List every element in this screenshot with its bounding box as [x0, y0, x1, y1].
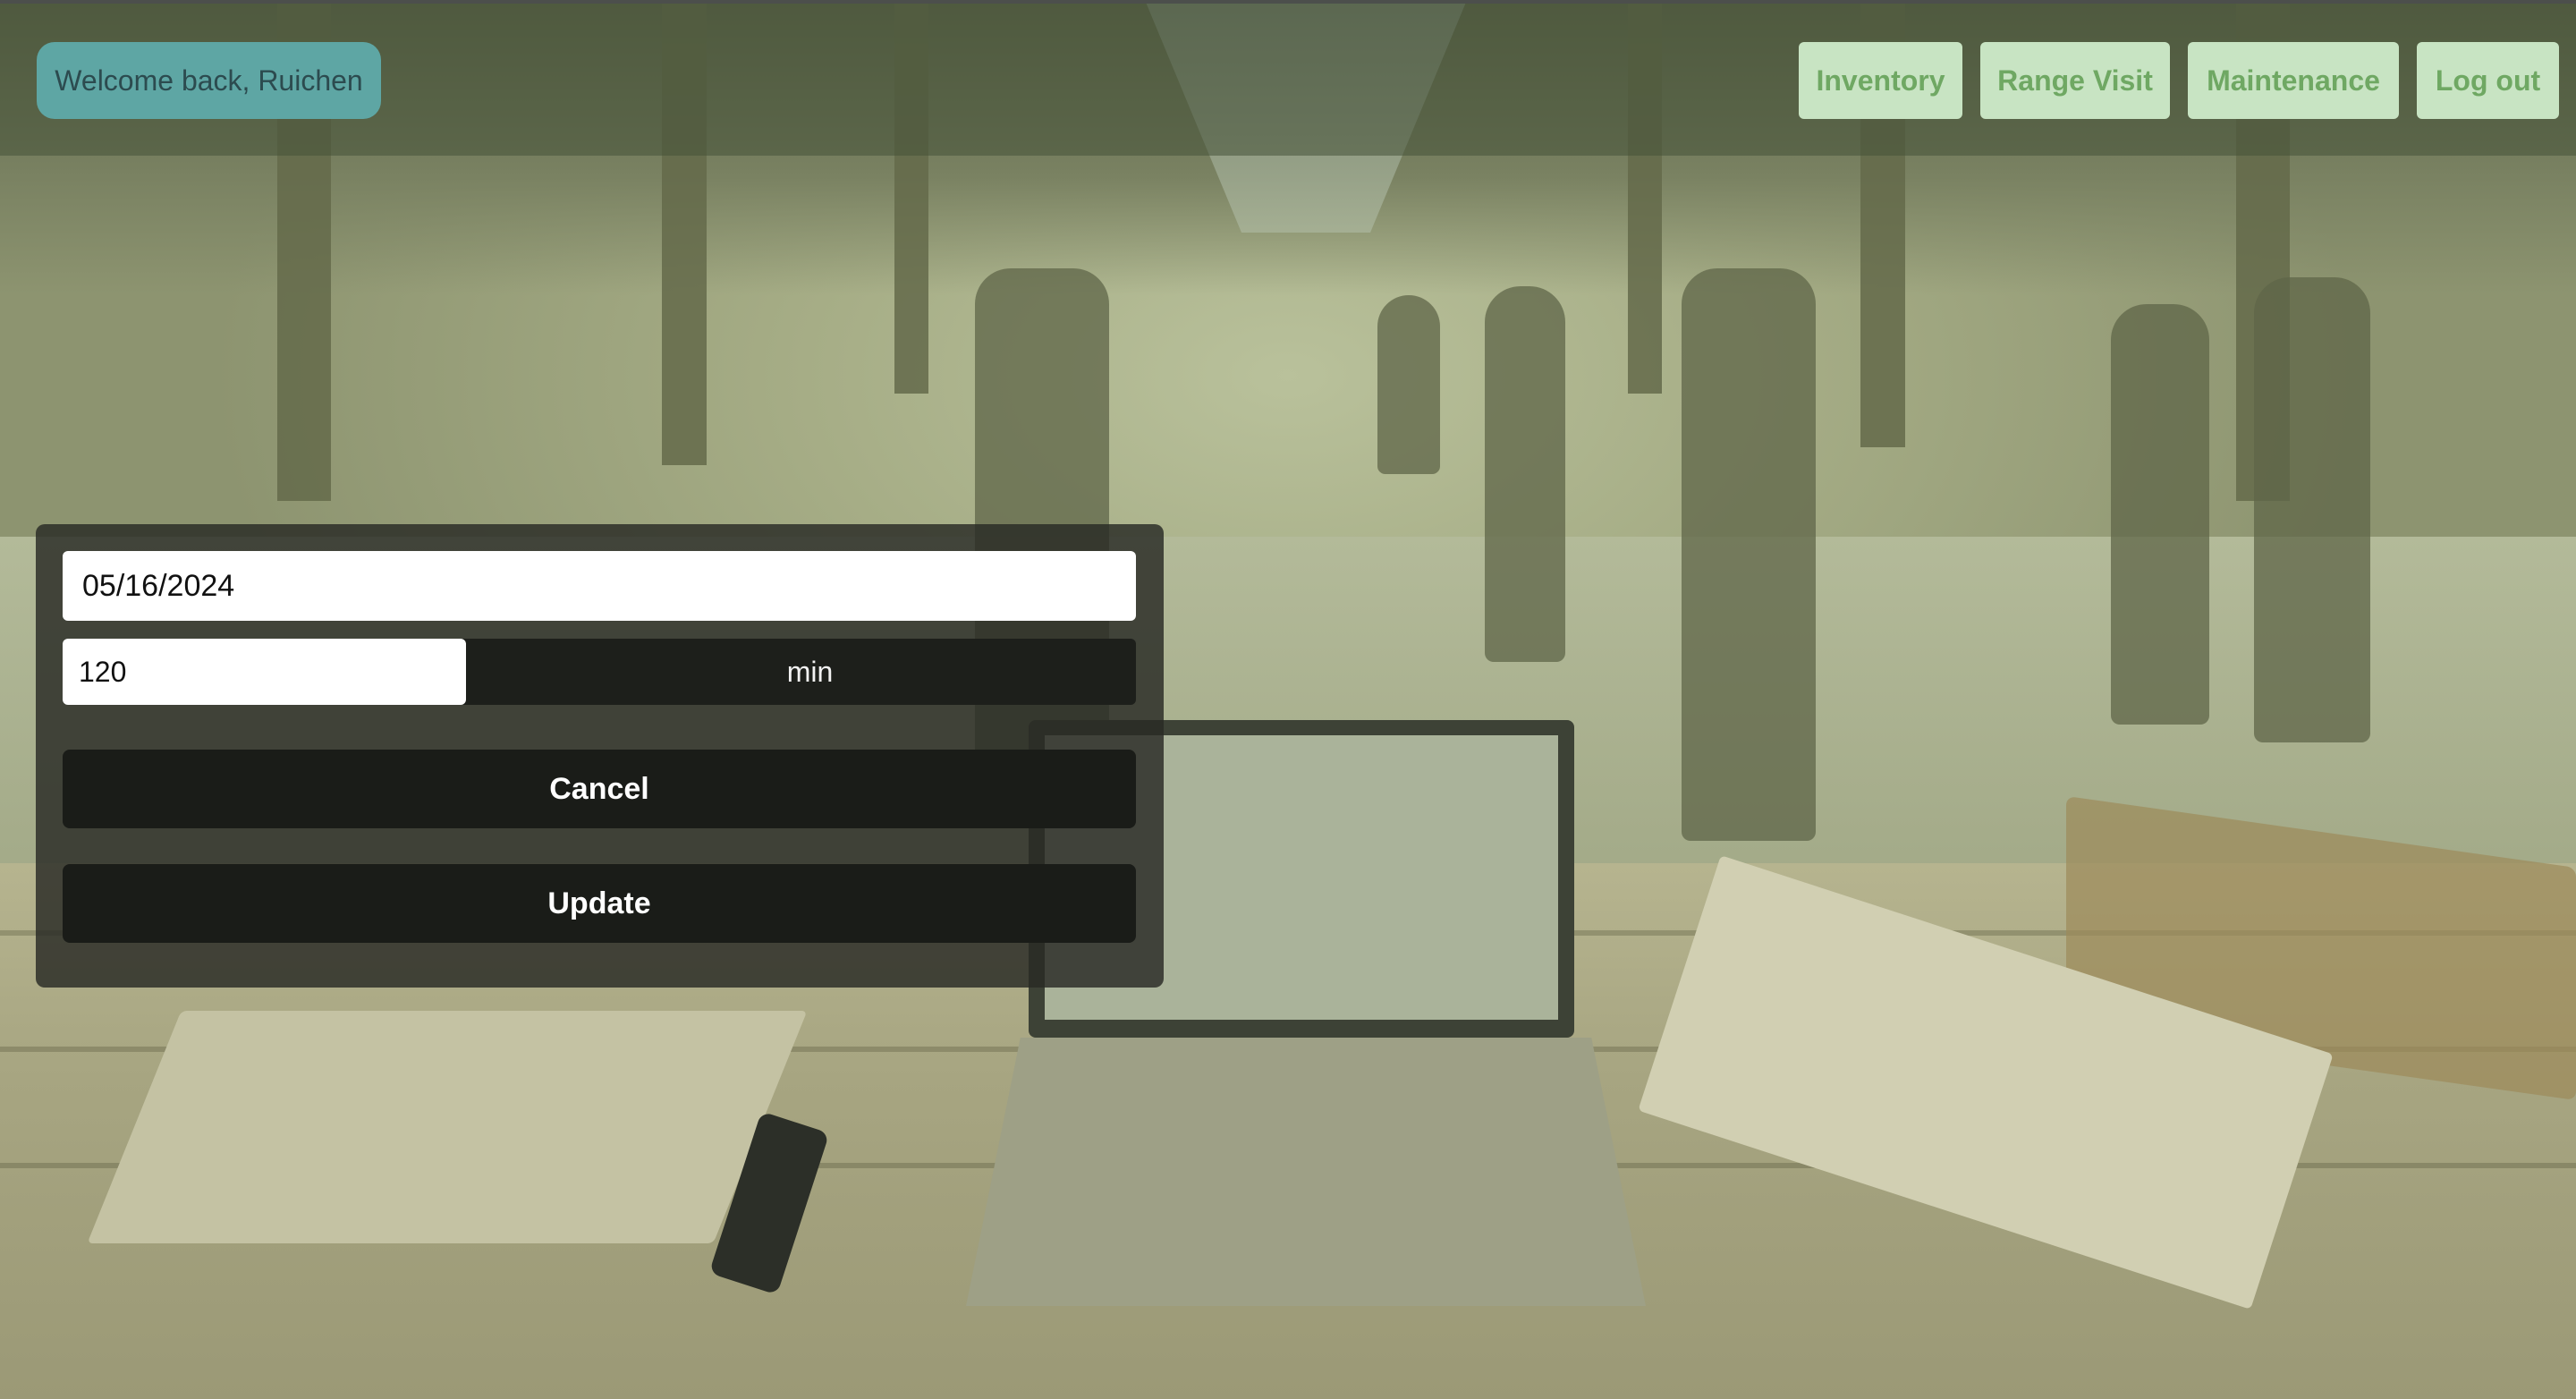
person [1377, 295, 1440, 474]
cancel-button[interactable]: Cancel [63, 750, 1136, 828]
date-input[interactable]: 05/16/2024 [63, 551, 1136, 621]
person [2111, 304, 2209, 725]
duration-input[interactable]: 120 [63, 639, 466, 705]
person [2254, 277, 2370, 742]
person [1682, 268, 1816, 841]
book [87, 1011, 808, 1243]
logout-button[interactable]: Log out [2417, 42, 2559, 119]
duration-unit-label: min [786, 655, 834, 688]
nav-maintenance-button[interactable]: Maintenance [2188, 42, 2399, 119]
top-border [0, 0, 2576, 4]
person [1485, 286, 1565, 662]
nav-inventory-button[interactable]: Inventory [1799, 42, 1962, 119]
laptop-keyboard [966, 1038, 1646, 1306]
welcome-badge: Welcome back, Ruichen [37, 42, 381, 119]
nav-range-visit-button[interactable]: Range Visit [1980, 42, 2170, 119]
update-button[interactable]: Update [63, 864, 1136, 943]
